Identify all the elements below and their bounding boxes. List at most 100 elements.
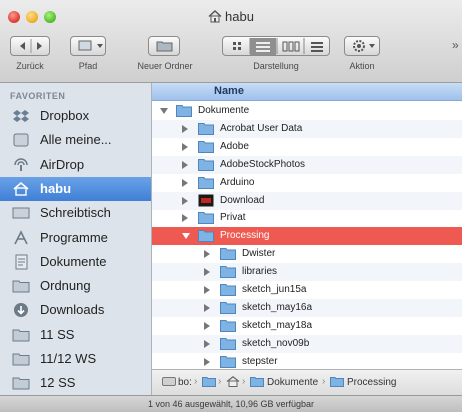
sidebar-item[interactable]: habu <box>0 176 151 201</box>
folder-icon <box>220 284 236 296</box>
file-name: Privat <box>220 212 246 224</box>
action-label: Aktion <box>349 61 375 71</box>
sidebar-item-label: Downloads <box>40 302 105 318</box>
disclosure-closed-icon[interactable] <box>204 339 210 348</box>
disclosure-open-icon[interactable] <box>182 233 190 240</box>
folder-icon <box>198 140 214 153</box>
sidebar-item[interactable]: 11 SS <box>0 323 151 347</box>
file-list-row[interactable]: Download <box>152 191 462 210</box>
disclosure-open-icon[interactable] <box>160 108 168 114</box>
disclosure-closed-icon[interactable] <box>204 321 210 330</box>
disclosure-closed-icon[interactable] <box>182 178 188 187</box>
sidebar-item[interactable]: AirDrop <box>0 153 151 177</box>
disk-icon <box>162 377 176 386</box>
path-icon <box>78 40 103 51</box>
folder-icon[interactable] <box>202 376 216 387</box>
view-label: Darstellung <box>253 61 299 71</box>
file-list-row[interactable]: Acrobat User Data <box>152 119 462 138</box>
sidebar-item-label: Ordnung <box>40 278 91 294</box>
disclosure-closed-icon[interactable] <box>182 160 188 169</box>
file-list-row[interactable]: sketch_may18a <box>152 317 462 335</box>
sidebar-item[interactable]: Downloads <box>0 298 151 322</box>
file-name: stepster <box>242 355 278 367</box>
file-list[interactable]: Name Dokumente Acrobat User Data Adobe Adob… <box>152 83 462 369</box>
sidebar-item[interactable]: 11/12 WS <box>0 347 151 371</box>
file-list-row[interactable]: Arduino <box>152 174 462 192</box>
path-separator-icon: › <box>194 376 198 387</box>
sidebar-item[interactable]: Dropbox <box>0 104 151 128</box>
sidebar-item-label: Alle meine... <box>40 132 112 148</box>
file-name: libraries <box>242 266 278 278</box>
disclosure-closed-icon[interactable] <box>204 303 210 312</box>
sidebar-section-favorites: FAVORITEN <box>10 91 66 101</box>
folder-icon <box>220 337 236 350</box>
desktop-icon <box>12 207 30 219</box>
file-list-row[interactable]: sketch_jun15a <box>152 281 462 299</box>
folder-icon <box>220 266 236 279</box>
file-list-row[interactable]: AdobeStockPhotos <box>152 155 462 174</box>
back-forward-control[interactable] <box>10 36 50 56</box>
toolbar-overflow-chevron-icon[interactable]: » <box>452 38 459 52</box>
path-separator-icon: › <box>218 376 222 387</box>
file-list-row[interactable]: Adobe <box>152 138 462 156</box>
file-list-row[interactable]: Privat <box>152 209 462 227</box>
folder-icon <box>12 280 30 293</box>
sidebar-item[interactable]: Ordnung <box>0 274 151 298</box>
file-list-row[interactable]: sketch_may16a <box>152 298 462 317</box>
disclosure-closed-icon[interactable] <box>182 196 188 205</box>
sidebar-item-label: Schreibtisch <box>40 205 111 221</box>
sidebar-item[interactable]: 12 SS <box>0 371 151 395</box>
disclosure-closed-icon[interactable] <box>204 250 210 259</box>
view-mode-icons <box>233 38 323 55</box>
sidebar-item[interactable]: Schreibtisch <box>0 201 151 225</box>
new-folder-button[interactable] <box>148 36 180 56</box>
toolbar: habu Zurück Pfad Neuer Ordner Darstellun… <box>0 0 462 83</box>
dropbox-icon <box>13 110 29 122</box>
file-list-row[interactable]: stepster <box>152 353 462 369</box>
folder-icon <box>220 248 236 261</box>
home-icon[interactable] <box>226 376 240 387</box>
path-label: Pfad <box>78 61 98 71</box>
sidebar-item-label: Dokumente <box>40 253 107 269</box>
sidebar-item-label: AirDrop <box>40 156 85 172</box>
disclosure-closed-icon[interactable] <box>182 214 188 223</box>
file-name: AdobeStockPhotos <box>220 158 306 170</box>
download-folder-icon <box>198 194 214 206</box>
file-name: Adobe <box>220 140 249 152</box>
disclosure-closed-icon[interactable] <box>204 357 210 366</box>
folder-icon <box>12 353 30 366</box>
view-segmented-control[interactable] <box>222 36 330 56</box>
downloads-icon <box>14 303 28 318</box>
sidebar-item[interactable]: Alle meine... <box>0 128 151 152</box>
folder-icon <box>198 230 214 243</box>
path-separator-icon: › <box>242 376 246 387</box>
file-list-row[interactable]: sketch_nov09b <box>152 334 462 353</box>
file-name: Download <box>220 194 265 206</box>
sidebar-item-label: 11/12 WS <box>40 351 97 366</box>
column-header-name[interactable]: Name <box>152 83 462 101</box>
disclosure-closed-icon[interactable] <box>182 142 188 151</box>
documents-icon <box>15 254 28 270</box>
sidebar-item-label: Programme <box>40 229 108 245</box>
file-list-row[interactable]: libraries <box>152 263 462 282</box>
sidebar-item[interactable]: Dokumente <box>0 250 151 274</box>
action-button[interactable] <box>344 36 380 56</box>
disclosure-closed-icon[interactable] <box>204 286 210 294</box>
file-list-row[interactable]: Dwister <box>152 245 462 263</box>
path-button[interactable] <box>70 36 106 56</box>
window-title: habu <box>0 9 462 24</box>
path-crumb-disk[interactable]: bo: <box>178 377 192 388</box>
sidebar-item[interactable]: Programme <box>0 226 151 250</box>
file-list-row[interactable]: Processing <box>152 227 462 246</box>
file-list-row[interactable]: Dokumente <box>152 102 462 120</box>
folder-icon <box>330 377 344 387</box>
path-crumb-processing[interactable]: Processing <box>347 377 396 388</box>
file-name: Arduino <box>220 176 255 188</box>
folder-icon <box>198 122 214 135</box>
disclosure-closed-icon[interactable] <box>182 124 188 133</box>
column-header-label: Name <box>214 85 244 97</box>
disclosure-closed-icon[interactable] <box>204 268 210 277</box>
file-name: Dokumente <box>198 105 250 116</box>
folder-icon <box>250 377 264 387</box>
path-crumb-dokumente[interactable]: Dokumente <box>267 377 318 388</box>
